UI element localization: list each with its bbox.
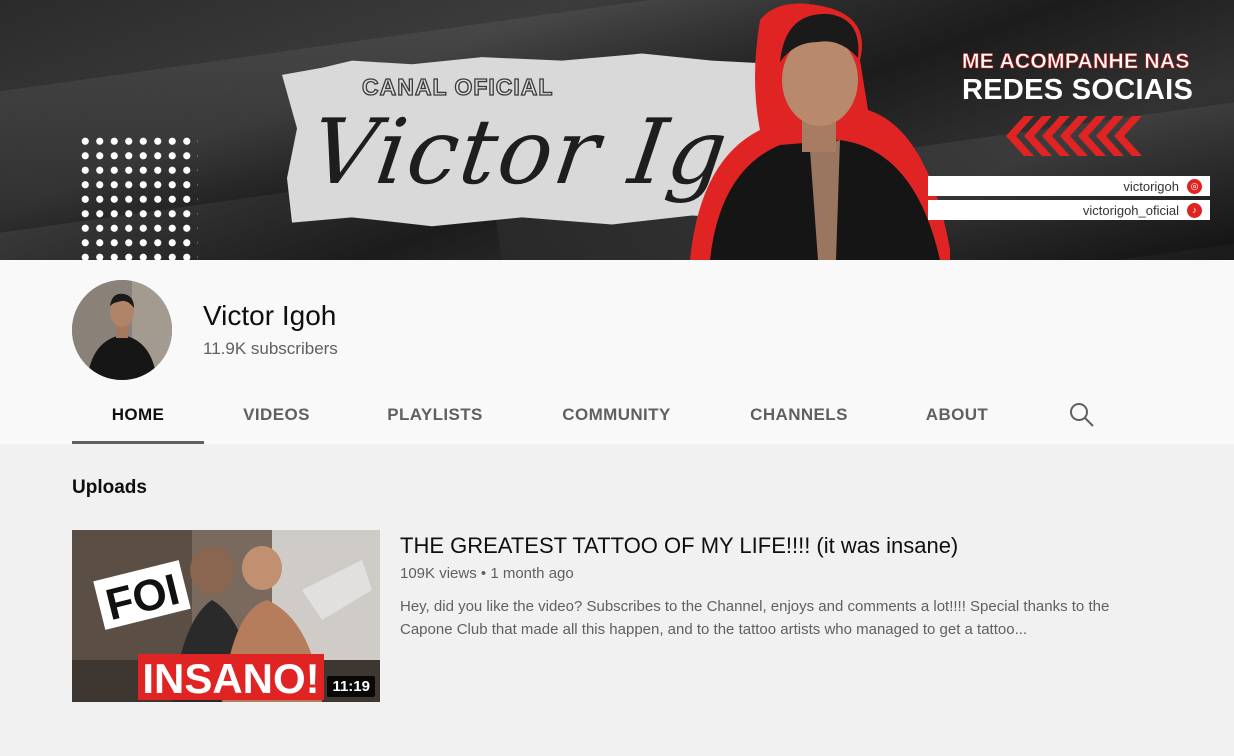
uploads-heading[interactable]: Uploads xyxy=(72,477,147,499)
instagram-icon: ◎ xyxy=(1187,178,1202,194)
tab-playlists[interactable]: PLAYLISTS xyxy=(349,386,521,444)
banner-person-photo xyxy=(690,3,950,260)
channel-tabs: HOME VIDEOS PLAYLISTS COMMUNITY CHANNELS… xyxy=(72,386,1028,444)
banner-cta-line2: REDES SOCIAIS xyxy=(962,74,1194,106)
channel-banner: CANAL OFICIAL Victor Igoh ME ACOMPANHE N… xyxy=(0,0,1234,260)
tiktok-icon: ♪ xyxy=(1187,202,1202,218)
banner-canal-label: CANAL OFICIAL xyxy=(361,73,554,100)
banner-social-tiktok: victorigoh_oficial ♪ xyxy=(928,200,1210,220)
channel-header: Victor Igoh 11.9K subscribers HOME VIDEO… xyxy=(0,260,1234,444)
video-age: 1 month ago xyxy=(490,565,574,582)
video-description: Hey, did you like the video? Subscribes … xyxy=(400,598,1110,638)
banner-social-handle: victorigoh xyxy=(1123,178,1179,194)
tab-videos[interactable]: VIDEOS xyxy=(204,386,349,444)
tab-community[interactable]: COMMUNITY xyxy=(521,386,712,444)
meta-separator: • xyxy=(480,565,487,582)
search-icon[interactable] xyxy=(1068,401,1096,429)
banner-chevrons-icon xyxy=(1006,116,1142,156)
thumbnail-text-bottom: INSANO! xyxy=(142,655,319,702)
video-views: 109K views xyxy=(400,565,477,582)
banner-social-handle: victorigoh_oficial xyxy=(1082,202,1179,218)
video-duration: 11:19 xyxy=(327,676,375,697)
video-thumbnail[interactable]: FOI INSANO! 11:19 xyxy=(72,530,380,702)
banner-cta-line1: ME ACOMPANHE NAS xyxy=(962,50,1190,74)
video-meta: 109K views • 1 month ago xyxy=(400,565,574,582)
video-title[interactable]: THE GREATEST TATTOO OF MY LIFE!!!! (it w… xyxy=(400,533,958,559)
subscriber-count: 11.9K subscribers xyxy=(203,339,338,358)
banner-dot-pattern xyxy=(78,134,198,260)
tab-channels[interactable]: CHANNELS xyxy=(712,386,886,444)
tab-about[interactable]: ABOUT xyxy=(886,386,1028,444)
banner-social-instagram: victorigoh ◎ xyxy=(928,176,1210,196)
tab-home[interactable]: HOME xyxy=(72,386,204,444)
channel-avatar[interactable] xyxy=(72,280,172,380)
channel-name: Victor Igoh xyxy=(203,300,337,331)
